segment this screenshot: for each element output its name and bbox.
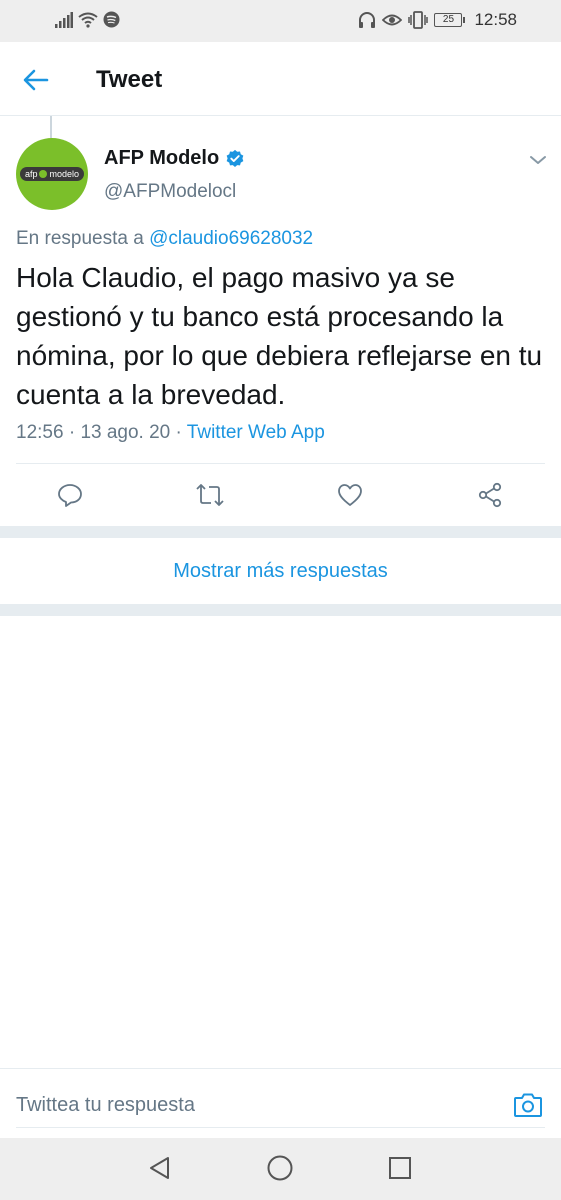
meta-separator: · xyxy=(68,422,76,443)
vibrate-icon xyxy=(408,11,429,29)
reply-button[interactable] xyxy=(55,480,85,510)
reply-composer xyxy=(0,1068,561,1138)
like-button[interactable] xyxy=(335,480,365,510)
spotify-icon xyxy=(103,11,120,28)
status-left-icons xyxy=(55,11,120,28)
tweet-date: 13 ago. 20 xyxy=(80,422,171,443)
share-button[interactable] xyxy=(475,480,505,510)
reply-input[interactable] xyxy=(16,1087,506,1123)
square-recents-icon xyxy=(389,1157,411,1179)
wifi-icon xyxy=(78,12,98,28)
chevron-down-icon xyxy=(530,156,546,164)
headphones-icon xyxy=(359,12,376,28)
divider xyxy=(16,463,545,464)
tweet-time: 12:56 xyxy=(16,422,64,443)
reply-prefix: En respuesta a xyxy=(16,228,144,249)
camera-icon xyxy=(514,1093,542,1117)
author-name[interactable]: AFP Modelo xyxy=(104,147,245,170)
triangle-back-icon xyxy=(150,1157,169,1179)
eye-icon xyxy=(382,14,403,26)
tweet-meta: 12:56 · 13 ago. 20 · Twitter Web App xyxy=(16,422,325,444)
page-title: Tweet xyxy=(96,66,163,93)
display-name-text: AFP Modelo xyxy=(104,147,220,169)
section-separator xyxy=(0,604,561,616)
app-header: Tweet xyxy=(0,42,561,116)
tweet-actions xyxy=(0,476,561,516)
share-icon xyxy=(478,482,502,508)
verified-badge-icon xyxy=(226,149,244,167)
arrow-left-icon xyxy=(23,69,49,91)
nav-recents-button[interactable] xyxy=(385,1153,415,1183)
reply-icon xyxy=(58,484,82,507)
retweet-icon xyxy=(196,484,224,506)
logo-text-right: modelo xyxy=(49,169,80,179)
section-separator xyxy=(0,526,561,538)
show-more-replies-button[interactable]: Mostrar más respuestas xyxy=(0,538,561,604)
tweet-text: Hola Claudio, el pago masivo ya se gesti… xyxy=(16,262,543,410)
system-nav-bar xyxy=(0,1138,561,1200)
retweet-button[interactable] xyxy=(195,480,225,510)
tweet-source-link[interactable]: Twitter Web App xyxy=(187,422,325,443)
like-icon xyxy=(338,484,362,506)
back-button[interactable] xyxy=(18,62,54,98)
tweet-options-button[interactable] xyxy=(526,148,550,172)
afp-modelo-logo: afp modelo xyxy=(19,167,85,181)
status-time: 12:58 xyxy=(474,10,517,29)
status-bar: 25 12:58 xyxy=(0,0,561,42)
battery-icon: 25 xyxy=(434,13,466,27)
status-right-icons: 25 12:58 xyxy=(358,10,517,30)
circle-home-icon xyxy=(267,1155,293,1181)
thread-connector-line xyxy=(50,116,52,138)
signal-icon xyxy=(55,11,73,28)
reply-mention-link[interactable]: @claudio69628032 xyxy=(149,228,313,249)
author-handle[interactable]: @AFPModelocl xyxy=(104,181,236,203)
meta-separator: · xyxy=(175,422,182,443)
logo-dot xyxy=(39,170,48,178)
reply-context: En respuesta a @claudio69628032 xyxy=(16,228,313,250)
camera-button[interactable] xyxy=(513,1091,543,1119)
nav-back-button[interactable] xyxy=(145,1153,175,1183)
logo-text-left: afp xyxy=(24,169,38,179)
nav-home-button[interactable] xyxy=(265,1153,295,1183)
avatar[interactable]: afp modelo xyxy=(16,138,88,210)
composer-underline xyxy=(16,1127,545,1128)
